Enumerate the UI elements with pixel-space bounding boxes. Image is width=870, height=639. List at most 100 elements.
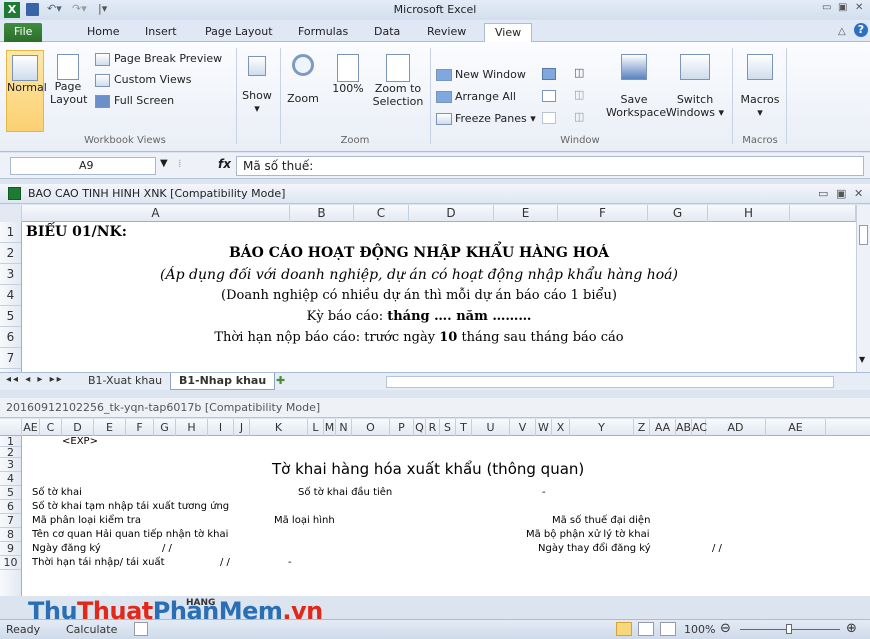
switch-windows-button[interactable]: Switch Windows ▾ [664, 50, 726, 132]
scroll-down-icon[interactable]: ▼ [859, 355, 865, 364]
zoom-100-button[interactable]: 100% [330, 50, 366, 132]
zoom-in-icon[interactable]: ⊕ [846, 621, 857, 636]
column-header[interactable]: C [40, 419, 62, 436]
row-header[interactable]: 2 [0, 243, 21, 264]
column-header[interactable]: I [208, 419, 234, 436]
column-header[interactable]: Z [634, 419, 650, 436]
page-break-status-icon[interactable] [660, 622, 676, 636]
zoom-slider-thumb[interactable] [786, 624, 792, 634]
workbook1-restore-icon[interactable]: ▣ [836, 184, 846, 204]
column-header[interactable]: G [648, 205, 708, 222]
column-header[interactable]: AA [650, 419, 676, 436]
column-header[interactable]: S [440, 419, 456, 436]
row-header[interactable]: 1 [0, 222, 21, 243]
row-header[interactable]: 2 [0, 447, 21, 458]
row-header[interactable]: 5 [0, 306, 21, 327]
row-header[interactable]: 7 [0, 348, 21, 369]
split-icon[interactable] [542, 68, 556, 80]
formula-input[interactable]: Mã số thuế: [236, 156, 864, 176]
column-header[interactable]: N [336, 419, 352, 436]
select-all-corner[interactable] [0, 205, 22, 222]
workbook2-grid[interactable]: <EXP> Tờ khai hàng hóa xuất khẩu (thông … [22, 436, 870, 596]
column-header[interactable]: Q [414, 419, 426, 436]
restore-icon[interactable]: ▣ [838, 2, 847, 13]
hide-icon[interactable] [542, 90, 556, 102]
column-header[interactable] [790, 205, 856, 222]
workbook1-close-icon[interactable]: ✕ [854, 184, 863, 204]
column-header[interactable]: D [62, 419, 94, 436]
page-layout-view-button[interactable]: Page Layout [50, 50, 87, 132]
row-header[interactable]: 5 [0, 486, 21, 500]
column-header[interactable]: F [558, 205, 648, 222]
insert-function-button[interactable]: fx [218, 157, 231, 171]
row-header[interactable]: 4 [0, 285, 21, 306]
view-side-by-side-icon[interactable]: ◫ [574, 66, 584, 79]
tab-formulas[interactable]: Formulas [291, 23, 355, 42]
column-header[interactable]: D [409, 205, 494, 222]
sheet-tab-active[interactable]: B1-Nhap khau [170, 373, 276, 390]
row-header[interactable]: 8 [0, 528, 21, 542]
column-header[interactable]: AC [692, 419, 707, 436]
full-screen-button[interactable]: Full Screen [95, 94, 174, 108]
column-header[interactable]: U [472, 419, 510, 436]
tab-review[interactable]: Review [420, 23, 473, 42]
sheet-nav-icons[interactable]: ◂◂ ◂ ▸ ▸▸ [6, 374, 64, 385]
show-button[interactable]: Show ▾ [240, 50, 274, 132]
zoom-level[interactable]: 100% [684, 623, 715, 636]
zoom-button[interactable]: Zoom [286, 50, 320, 132]
row-header[interactable]: 6 [0, 327, 21, 348]
insert-sheet-icon[interactable]: ✚ [276, 374, 285, 387]
column-header[interactable]: R [426, 419, 440, 436]
column-header[interactable]: T [456, 419, 472, 436]
column-header[interactable]: C [354, 205, 409, 222]
normal-view-status-icon[interactable] [616, 622, 632, 636]
column-header[interactable]: X [552, 419, 570, 436]
row-header[interactable]: 7 [0, 514, 21, 528]
normal-view-button[interactable]: Normal [6, 50, 47, 132]
select-all-corner[interactable] [0, 419, 22, 436]
column-header[interactable]: M [324, 419, 336, 436]
column-header[interactable]: AB [676, 419, 692, 436]
row-header[interactable]: 9 [0, 542, 21, 556]
sync-scroll-icon[interactable]: ◫ [574, 88, 584, 101]
page-break-preview-button[interactable]: Page Break Preview [95, 52, 222, 66]
column-header[interactable]: F [126, 419, 154, 436]
column-header[interactable]: W [536, 419, 552, 436]
column-header[interactable]: V [510, 419, 536, 436]
row-header[interactable]: 3 [0, 458, 21, 472]
unhide-icon[interactable] [542, 112, 556, 124]
tab-view[interactable]: View [484, 23, 533, 42]
sheet-tab[interactable]: B1-Xuat khau [80, 373, 170, 390]
arrange-all-button[interactable]: Arrange All [436, 90, 516, 103]
tab-file[interactable]: File [4, 23, 43, 42]
column-header[interactable]: Y [570, 419, 634, 436]
new-window-button[interactable]: New Window [436, 68, 526, 81]
column-header[interactable]: E [494, 205, 558, 222]
workbook1-minimize-icon[interactable]: ▭ [818, 184, 828, 204]
column-header[interactable]: K [250, 419, 308, 436]
column-header[interactable]: G [154, 419, 176, 436]
tab-page-layout[interactable]: Page Layout [198, 23, 280, 42]
column-header[interactable]: AE [22, 419, 40, 436]
column-header[interactable]: AD [706, 419, 766, 436]
row-header[interactable]: 6 [0, 500, 21, 514]
minimize-ribbon-icon[interactable]: △ [838, 26, 846, 37]
freeze-panes-button[interactable]: Freeze Panes ▾ [436, 112, 536, 125]
scroll-thumb[interactable] [859, 225, 868, 245]
name-box[interactable]: A9 [10, 157, 156, 175]
workbook1-vertical-scrollbar[interactable]: ▼ [856, 205, 870, 372]
close-icon[interactable]: ✕ [855, 2, 863, 13]
column-header[interactable]: H [176, 419, 208, 436]
column-header[interactable]: A [22, 205, 290, 222]
column-header[interactable]: B [290, 205, 354, 222]
column-header[interactable]: H [708, 205, 790, 222]
zoom-to-selection-button[interactable]: Zoom to Selection [372, 50, 424, 132]
column-header[interactable]: AE [766, 419, 826, 436]
row-header[interactable]: 4 [0, 472, 21, 486]
tab-insert[interactable]: Insert [138, 23, 184, 42]
workbook1-horizontal-scrollbar[interactable] [386, 376, 834, 388]
save-workspace-button[interactable]: Save Workspace [606, 50, 666, 132]
help-icon[interactable]: ? [854, 23, 868, 37]
row-header[interactable]: 3 [0, 264, 21, 285]
tab-data[interactable]: Data [367, 23, 407, 42]
